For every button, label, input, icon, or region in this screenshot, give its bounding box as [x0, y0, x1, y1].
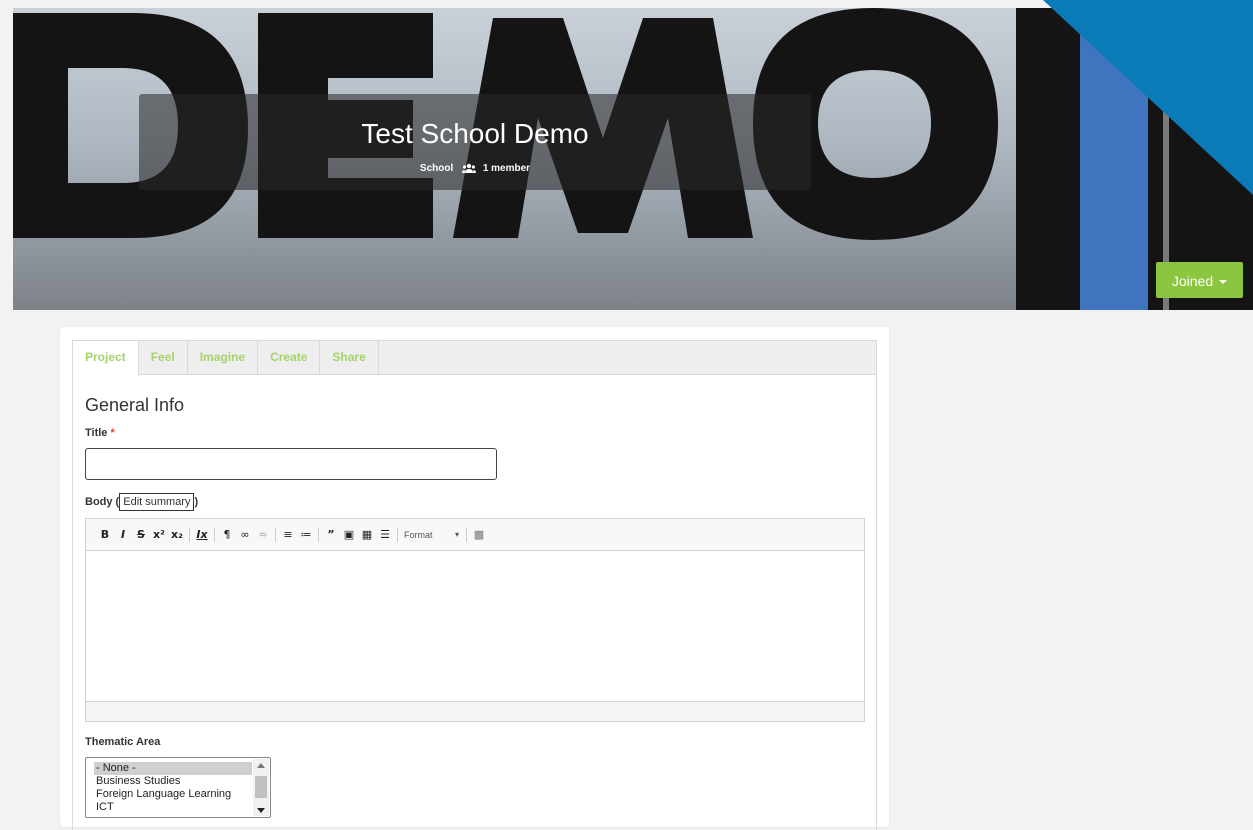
italic-button[interactable]: I: [116, 527, 130, 543]
title-label: Title *: [85, 427, 115, 439]
scrollbar-thumb[interactable]: [255, 776, 267, 798]
edit-summary-button[interactable]: Edit summary: [119, 493, 195, 511]
horizontal-rule-icon[interactable]: ☰: [378, 527, 392, 543]
link-icon[interactable]: ∞: [238, 527, 252, 543]
editor-toolbar: B I S x² x₂ Ix ¶ ∞ ≈ ≡ ≔ ” ▣ ▦ ☰ Format …: [86, 519, 864, 551]
toolbar-separator: [397, 527, 398, 542]
project-form-panel: Project Feel Imagine Create Share Genera…: [72, 340, 877, 830]
bulleted-list-icon[interactable]: ≡: [281, 527, 295, 543]
tab-project[interactable]: Project: [73, 341, 139, 376]
anchor-icon[interactable]: ¶: [220, 527, 234, 543]
tab-share[interactable]: Share: [320, 341, 379, 375]
thematic-option[interactable]: - None -: [94, 762, 252, 775]
blockquote-icon[interactable]: ”: [324, 527, 338, 543]
body-label-prefix: Body (: [85, 496, 120, 508]
scroll-down-arrow-icon[interactable]: [253, 804, 269, 816]
tab-feel[interactable]: Feel: [139, 341, 188, 375]
image-icon[interactable]: ▣: [342, 527, 356, 543]
project-form-card: Project Feel Imagine Create Share Genera…: [60, 327, 889, 830]
thematic-area-options: - None - Business Studies Foreign Langua…: [94, 762, 252, 814]
body-label-suffix: ): [194, 496, 199, 508]
toolbar-separator: [189, 527, 190, 542]
thematic-option[interactable]: Foreign Language Learning: [94, 788, 252, 801]
body-label: Body (Edit summary): [85, 493, 198, 511]
members-icon: [462, 163, 477, 176]
toolbar-separator: [214, 527, 215, 542]
toolbar-separator: [275, 527, 276, 542]
thematic-option[interactable]: Business Studies: [94, 775, 252, 788]
thematic-area-select[interactable]: - None - Business Studies Foreign Langua…: [85, 757, 271, 818]
group-title: Test School Demo: [361, 118, 589, 149]
scroll-up-arrow-icon[interactable]: [253, 759, 269, 771]
required-marker: *: [110, 427, 115, 439]
numbered-list-icon[interactable]: ≔: [299, 527, 313, 543]
tab-imagine[interactable]: Imagine: [188, 341, 259, 375]
corner-ribbon: [1043, 0, 1253, 195]
toolbar-separator: [318, 527, 319, 542]
chevron-down-icon: [1219, 280, 1228, 284]
group-type: School: [419, 163, 454, 174]
subscript-button[interactable]: x₂: [170, 527, 184, 543]
superscript-button[interactable]: x²: [152, 527, 166, 543]
chevron-down-icon: ▾: [454, 529, 459, 539]
thematic-area-label: Thematic Area: [85, 736, 161, 748]
toolbar-separator: [466, 527, 467, 542]
unlink-icon[interactable]: ≈: [256, 527, 270, 543]
joined-label: Joined: [1171, 273, 1214, 289]
strikethrough-button[interactable]: S: [134, 527, 148, 543]
title-label-text: Title: [85, 427, 108, 439]
table-icon[interactable]: ▦: [360, 527, 374, 543]
editor-status-bar: [86, 701, 864, 721]
title-input[interactable]: [85, 448, 497, 480]
listbox-scrollbar[interactable]: [253, 759, 269, 816]
tab-create[interactable]: Create: [258, 341, 321, 375]
section-title: General Info: [85, 395, 185, 415]
group-meta: School 1 member: [139, 163, 811, 176]
thematic-option[interactable]: ICT: [94, 801, 252, 814]
bold-button[interactable]: B: [98, 527, 112, 543]
source-icon[interactable]: ▩: [472, 527, 486, 543]
format-dropdown-label: Format: [404, 529, 433, 540]
joined-dropdown-button[interactable]: Joined: [1156, 262, 1243, 298]
form-tabs: Project Feel Imagine Create Share: [73, 341, 876, 376]
remove-format-button[interactable]: Ix: [195, 527, 209, 543]
member-count: 1 member: [482, 163, 531, 174]
body-editor: B I S x² x₂ Ix ¶ ∞ ≈ ≡ ≔ ” ▣ ▦ ☰ Format …: [85, 518, 865, 722]
format-dropdown[interactable]: Format ▾: [401, 527, 463, 543]
editor-content-area[interactable]: [86, 551, 864, 701]
